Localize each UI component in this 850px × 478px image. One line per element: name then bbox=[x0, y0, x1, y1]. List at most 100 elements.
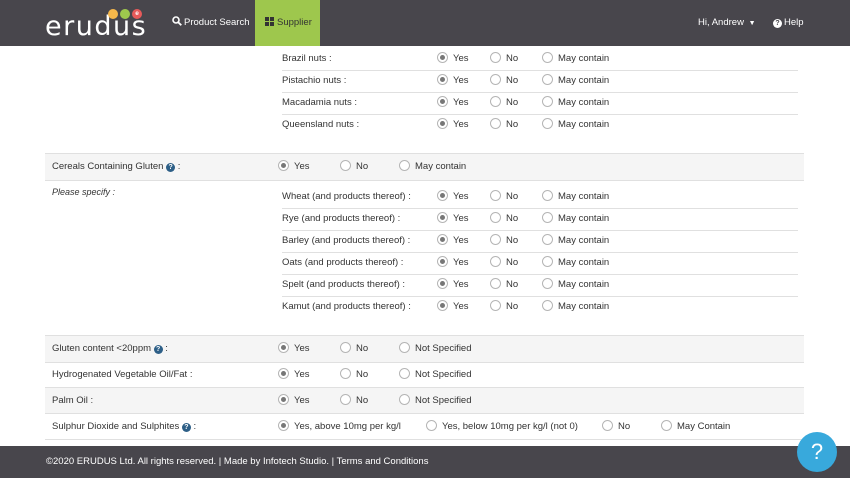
radio-may-contain[interactable]: May contain bbox=[542, 296, 609, 318]
radio-yes[interactable]: Yes bbox=[278, 336, 310, 362]
nut-label: Pistachio nuts : bbox=[282, 75, 347, 86]
question-circle-icon: ? bbox=[773, 19, 782, 28]
row-palm-oil: Palm Oil : Yes No Not Specified bbox=[45, 388, 804, 414]
radio-may-contain[interactable]: May contain bbox=[542, 230, 609, 252]
grain-row-oats: Oats (and products thereof) : Yes No May… bbox=[45, 252, 804, 276]
logo-dot-orange bbox=[108, 9, 118, 19]
radio-no[interactable]: No bbox=[490, 230, 518, 252]
nav-supplier-label: Supplier bbox=[277, 17, 312, 28]
row-sulphur-dioxide: Sulphur Dioxide and Sulphites ? : Yes, a… bbox=[45, 414, 804, 440]
radio-no[interactable]: No bbox=[490, 48, 518, 70]
logo-dot-red: e bbox=[132, 9, 142, 19]
allergen-form: Brazil nuts : Yes No May contain Pistach… bbox=[45, 46, 804, 446]
grain-row-kamut: Kamut (and products thereof) : Yes No Ma… bbox=[45, 296, 804, 320]
radio-not-specified[interactable]: Not Specified bbox=[399, 388, 472, 414]
grain-label: Barley (and products thereof) : bbox=[282, 235, 411, 246]
erudus-logo[interactable]: erudus bbox=[45, 13, 147, 40]
info-icon[interactable]: ? bbox=[153, 345, 163, 354]
radio-yes[interactable]: Yes bbox=[278, 362, 310, 388]
info-icon[interactable]: ? bbox=[166, 163, 176, 172]
radio-may-contain[interactable]: May contain bbox=[542, 70, 609, 92]
field-label: Cereals Containing Gluten bbox=[52, 161, 164, 172]
radio-yes[interactable]: Yes bbox=[437, 252, 469, 274]
radio-no[interactable]: No bbox=[490, 274, 518, 296]
grain-label: Oats (and products thereof) : bbox=[282, 257, 404, 268]
radio-yes[interactable]: Yes bbox=[437, 92, 469, 114]
nut-label: Macadamia nuts : bbox=[282, 97, 357, 108]
footer-text: ©2020 ERUDUS Ltd. All rights reserved. |… bbox=[46, 456, 429, 467]
radio-no[interactable]: No bbox=[490, 70, 518, 92]
nut-row-macadamia: Macadamia nuts : Yes No May contain bbox=[45, 92, 804, 116]
grain-label: Wheat (and products thereof) : bbox=[282, 191, 411, 202]
field-label: Hydrogenated Vegetable Oil/Fat : bbox=[52, 369, 193, 380]
field-label: Palm Oil : bbox=[52, 395, 94, 406]
grain-label: Kamut (and products thereof) : bbox=[282, 301, 411, 312]
field-label: Gluten content <20ppm bbox=[52, 343, 152, 354]
radio-may-contain[interactable]: May contain bbox=[542, 274, 609, 296]
radio-may-contain[interactable]: May contain bbox=[542, 92, 609, 114]
radio-yes[interactable]: Yes bbox=[437, 296, 469, 318]
nut-row-pistachio: Pistachio nuts : Yes No May contain bbox=[45, 70, 804, 94]
grain-row-rye: Rye (and products thereof) : Yes No May … bbox=[45, 208, 804, 232]
radio-no[interactable]: No bbox=[490, 296, 518, 318]
radio-may-contain[interactable]: May contain bbox=[542, 186, 609, 208]
radio-no[interactable]: No bbox=[490, 114, 518, 136]
footer: ©2020 ERUDUS Ltd. All rights reserved. |… bbox=[0, 446, 850, 478]
radio-may-contain[interactable]: May contain bbox=[542, 114, 609, 136]
radio-may-contain[interactable]: May Contain bbox=[661, 414, 730, 440]
radio-yes[interactable]: Yes bbox=[437, 48, 469, 70]
radio-yes[interactable]: Yes bbox=[437, 208, 469, 230]
grain-row-wheat: Wheat (and products thereof) : Yes No Ma… bbox=[45, 186, 804, 210]
nut-label: Queensland nuts : bbox=[282, 119, 360, 130]
radio-yes-above[interactable]: Yes, above 10mg per kg/l bbox=[278, 414, 401, 440]
nut-row-queensland: Queensland nuts : Yes No May contain bbox=[45, 114, 804, 138]
help-fab-button[interactable]: ? bbox=[797, 432, 837, 472]
user-menu[interactable]: Hi, Andrew ▼ bbox=[698, 0, 756, 46]
radio-yes-below[interactable]: Yes, below 10mg per kg/l (not 0) bbox=[426, 414, 578, 440]
help-link[interactable]: ? Help bbox=[773, 0, 804, 46]
radio-yes[interactable]: Yes bbox=[437, 186, 469, 208]
logo-dot-green bbox=[120, 9, 130, 19]
radio-yes[interactable]: Yes bbox=[437, 114, 469, 136]
radio-not-specified[interactable]: Not Specified bbox=[399, 336, 472, 362]
radio-yes[interactable]: Yes bbox=[278, 388, 310, 414]
user-menu-label: Hi, Andrew bbox=[698, 17, 744, 28]
grain-row-barley: Barley (and products thereof) : Yes No M… bbox=[45, 230, 804, 254]
grain-label: Rye (and products thereof) : bbox=[282, 213, 401, 224]
radio-may-contain[interactable]: May contain bbox=[542, 252, 609, 274]
info-icon[interactable]: ? bbox=[181, 423, 191, 432]
radio-no[interactable]: No bbox=[490, 208, 518, 230]
radio-yes[interactable]: Yes bbox=[437, 274, 469, 296]
radio-no[interactable]: No bbox=[340, 154, 368, 180]
nav-product-search[interactable]: Product Search bbox=[172, 0, 249, 46]
radio-no[interactable]: No bbox=[602, 414, 630, 440]
radio-not-specified[interactable]: Not Specified bbox=[399, 362, 472, 388]
search-icon bbox=[172, 16, 182, 27]
radio-may-contain[interactable]: May contain bbox=[542, 48, 609, 70]
field-label: Sulphur Dioxide and Sulphites bbox=[52, 421, 180, 432]
nut-label: Brazil nuts : bbox=[282, 53, 332, 64]
row-gluten-content: Gluten content <20ppm ? : Yes No Not Spe… bbox=[45, 335, 804, 363]
grain-row-spelt: Spelt (and products thereof) : Yes No Ma… bbox=[45, 274, 804, 298]
radio-no[interactable]: No bbox=[490, 92, 518, 114]
nut-row-brazil: Brazil nuts : Yes No May contain bbox=[45, 48, 804, 72]
radio-yes[interactable]: Yes bbox=[278, 154, 310, 180]
radio-may-contain[interactable]: May contain bbox=[542, 208, 609, 230]
radio-no[interactable]: No bbox=[490, 252, 518, 274]
radio-yes[interactable]: Yes bbox=[437, 70, 469, 92]
caret-down-icon: ▼ bbox=[748, 20, 756, 27]
radio-no[interactable]: No bbox=[340, 336, 368, 362]
nav-supplier[interactable]: Supplier bbox=[255, 0, 320, 46]
nav-product-search-label: Product Search bbox=[184, 17, 250, 28]
radio-no[interactable]: No bbox=[340, 388, 368, 414]
top-navbar: erudus e Product Search Supplier Hi, And… bbox=[0, 0, 850, 46]
radio-yes[interactable]: Yes bbox=[437, 230, 469, 252]
help-label: Help bbox=[784, 17, 804, 28]
row-cereals-gluten: Cereals Containing Gluten ? : Yes No May… bbox=[45, 153, 804, 181]
grid-icon bbox=[265, 16, 274, 26]
radio-no[interactable]: No bbox=[340, 362, 368, 388]
grain-label: Spelt (and products thereof) : bbox=[282, 279, 406, 290]
radio-no[interactable]: No bbox=[490, 186, 518, 208]
radio-may-contain[interactable]: May contain bbox=[399, 154, 466, 180]
row-hydrogenated-oil: Hydrogenated Vegetable Oil/Fat : Yes No … bbox=[45, 362, 804, 388]
